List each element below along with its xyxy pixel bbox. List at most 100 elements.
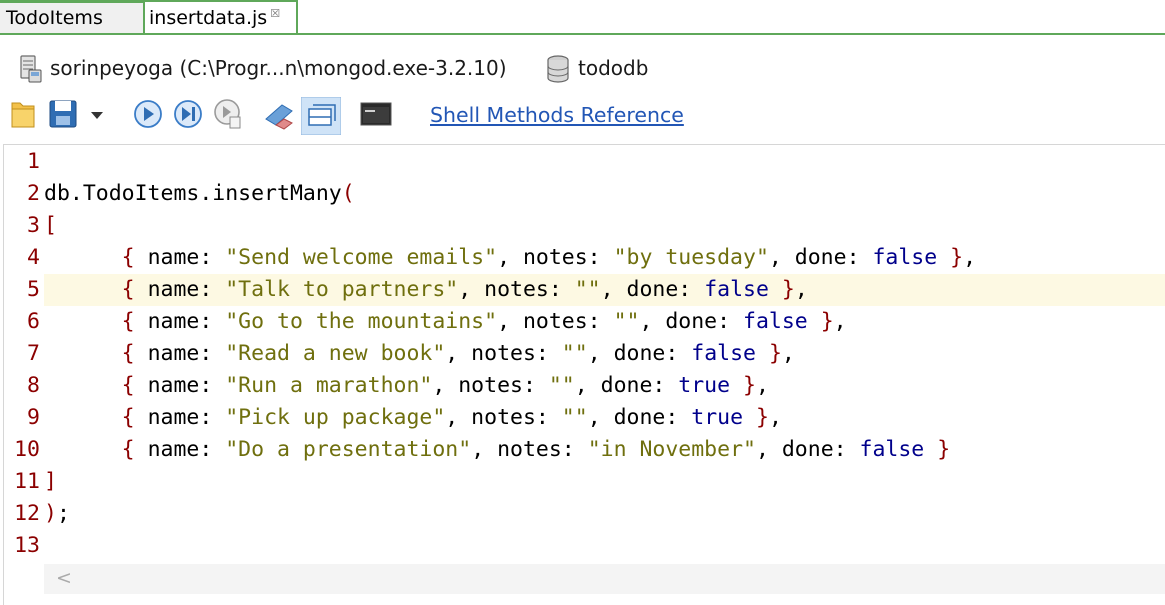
- code-line[interactable]: db.TodoItems.insertMany(: [44, 178, 355, 210]
- code-token: , notes:: [497, 309, 614, 334]
- code-token: ,: [781, 341, 795, 366]
- save-dropdown-icon[interactable]: [88, 97, 106, 131]
- code-line[interactable]: { name: "Pick up package", notes: "", do…: [44, 402, 782, 434]
- line-number: 2: [27, 181, 40, 206]
- code-line[interactable]: ]: [44, 466, 57, 498]
- code-line[interactable]: [: [44, 210, 57, 242]
- tab-label: insertdata.js: [149, 7, 268, 29]
- open-folder-icon[interactable]: [10, 97, 36, 131]
- code-token: , done:: [755, 437, 860, 462]
- code-line[interactable]: { name: "Do a presentation", notes: "in …: [44, 434, 951, 466]
- tab-todoitems[interactable]: TodoItems: [0, 0, 143, 33]
- horizontal-scrollbar[interactable]: <: [44, 564, 1165, 594]
- code-line[interactable]: { name: "Send welcome emails", notes: "b…: [44, 242, 976, 274]
- code-token: "Send welcome emails": [225, 245, 498, 270]
- code-token: "": [548, 373, 575, 398]
- code-token: true: [678, 373, 731, 398]
- connection-bar: sorinpeyoga (C:\Progr...n\mongod.exe-3.2…: [0, 46, 1165, 90]
- line-number: 8: [27, 373, 40, 398]
- code-token: "Run a marathon": [225, 373, 433, 398]
- code-token: "": [574, 277, 601, 302]
- database-label[interactable]: tododb: [578, 46, 648, 90]
- tab-insertdata-js[interactable]: insertdata.js ☒: [143, 0, 298, 35]
- code-token: name:: [134, 245, 226, 270]
- line-number: 4: [27, 245, 40, 270]
- code-token: ,: [963, 245, 977, 270]
- close-icon[interactable]: ☒: [270, 7, 280, 20]
- code-line[interactable]: { name: "Talk to partners", notes: "", d…: [44, 274, 1165, 306]
- code-token: ]: [44, 469, 57, 494]
- code-token: "": [561, 405, 588, 430]
- code-token: ,: [755, 373, 769, 398]
- line-number: 1: [27, 149, 40, 174]
- server-connection-label[interactable]: sorinpeyoga (C:\Progr...n\mongod.exe-3.2…: [50, 46, 507, 90]
- line-number: 5: [27, 277, 40, 302]
- code-token: "Go to the mountains": [225, 309, 498, 334]
- run-icon[interactable]: [132, 97, 164, 131]
- code-token: , done:: [574, 373, 679, 398]
- code-token: {: [121, 277, 135, 302]
- line-number: 13: [14, 533, 40, 558]
- tab-label: TodoItems: [6, 7, 103, 29]
- code-token: , done:: [587, 341, 692, 366]
- save-icon[interactable]: [48, 97, 78, 131]
- code-token: "": [613, 309, 640, 334]
- code-token: {: [121, 245, 135, 270]
- code-line[interactable]: { name: "Go to the mountains", notes: ""…: [44, 306, 847, 338]
- toolbar: Shell Methods Reference: [0, 95, 1165, 137]
- tab-bar: TodoItems insertdata.js ☒: [0, 0, 1165, 35]
- code-token: ,: [768, 405, 782, 430]
- code-token: false: [704, 277, 769, 302]
- database-icon: [547, 55, 569, 83]
- code-line[interactable]: );: [44, 498, 70, 530]
- shell-icon[interactable]: [360, 97, 392, 131]
- code-token: ): [44, 501, 57, 526]
- result-mode-icon[interactable]: [301, 97, 341, 135]
- line-number: 9: [27, 405, 40, 430]
- code-token: (: [341, 181, 355, 206]
- code-token: }: [743, 373, 756, 398]
- code-token: name:: [134, 405, 226, 430]
- step-icon[interactable]: [212, 97, 244, 131]
- code-token: }: [937, 437, 951, 462]
- code-token: {: [121, 405, 135, 430]
- code-token: db.TodoItems.insertMany: [44, 181, 342, 206]
- code-token: "": [561, 341, 588, 366]
- code-token: , notes:: [471, 437, 588, 462]
- shell-methods-reference-link[interactable]: Shell Methods Reference: [430, 103, 684, 127]
- code-token: name:: [134, 277, 226, 302]
- line-number: 11: [14, 469, 40, 494]
- run-line-icon[interactable]: [172, 97, 204, 131]
- line-number: 12: [14, 501, 40, 526]
- code-token: ,: [794, 277, 808, 302]
- code-token: {: [121, 309, 135, 334]
- line-number-gutter: 1 2 3 4 5 6 7 8 9 10 11 12 13: [4, 145, 42, 575]
- code-token: name:: [134, 309, 226, 334]
- code-editor[interactable]: 1 2 3 4 5 6 7 8 9 10 11 12 13 db.TodoItems.insertMan…: [3, 144, 1165, 605]
- format-icon[interactable]: [262, 97, 298, 131]
- code-line[interactable]: { name: "Read a new book", notes: "", do…: [44, 338, 795, 370]
- code-line[interactable]: { name: "Run a marathon", notes: "", don…: [44, 370, 769, 402]
- code-token: true: [691, 405, 744, 430]
- scroll-left-arrow-icon[interactable]: <: [56, 567, 72, 589]
- code-area[interactable]: db.TodoItems.insertMany([ { name: "Send …: [44, 145, 1165, 575]
- code-token: name:: [134, 437, 226, 462]
- code-token: {: [121, 373, 135, 398]
- code-token: "Pick up package": [225, 405, 446, 430]
- code-token: false: [691, 341, 756, 366]
- code-token: }: [781, 277, 795, 302]
- code-token: {: [121, 341, 135, 366]
- code-token: false: [743, 309, 808, 334]
